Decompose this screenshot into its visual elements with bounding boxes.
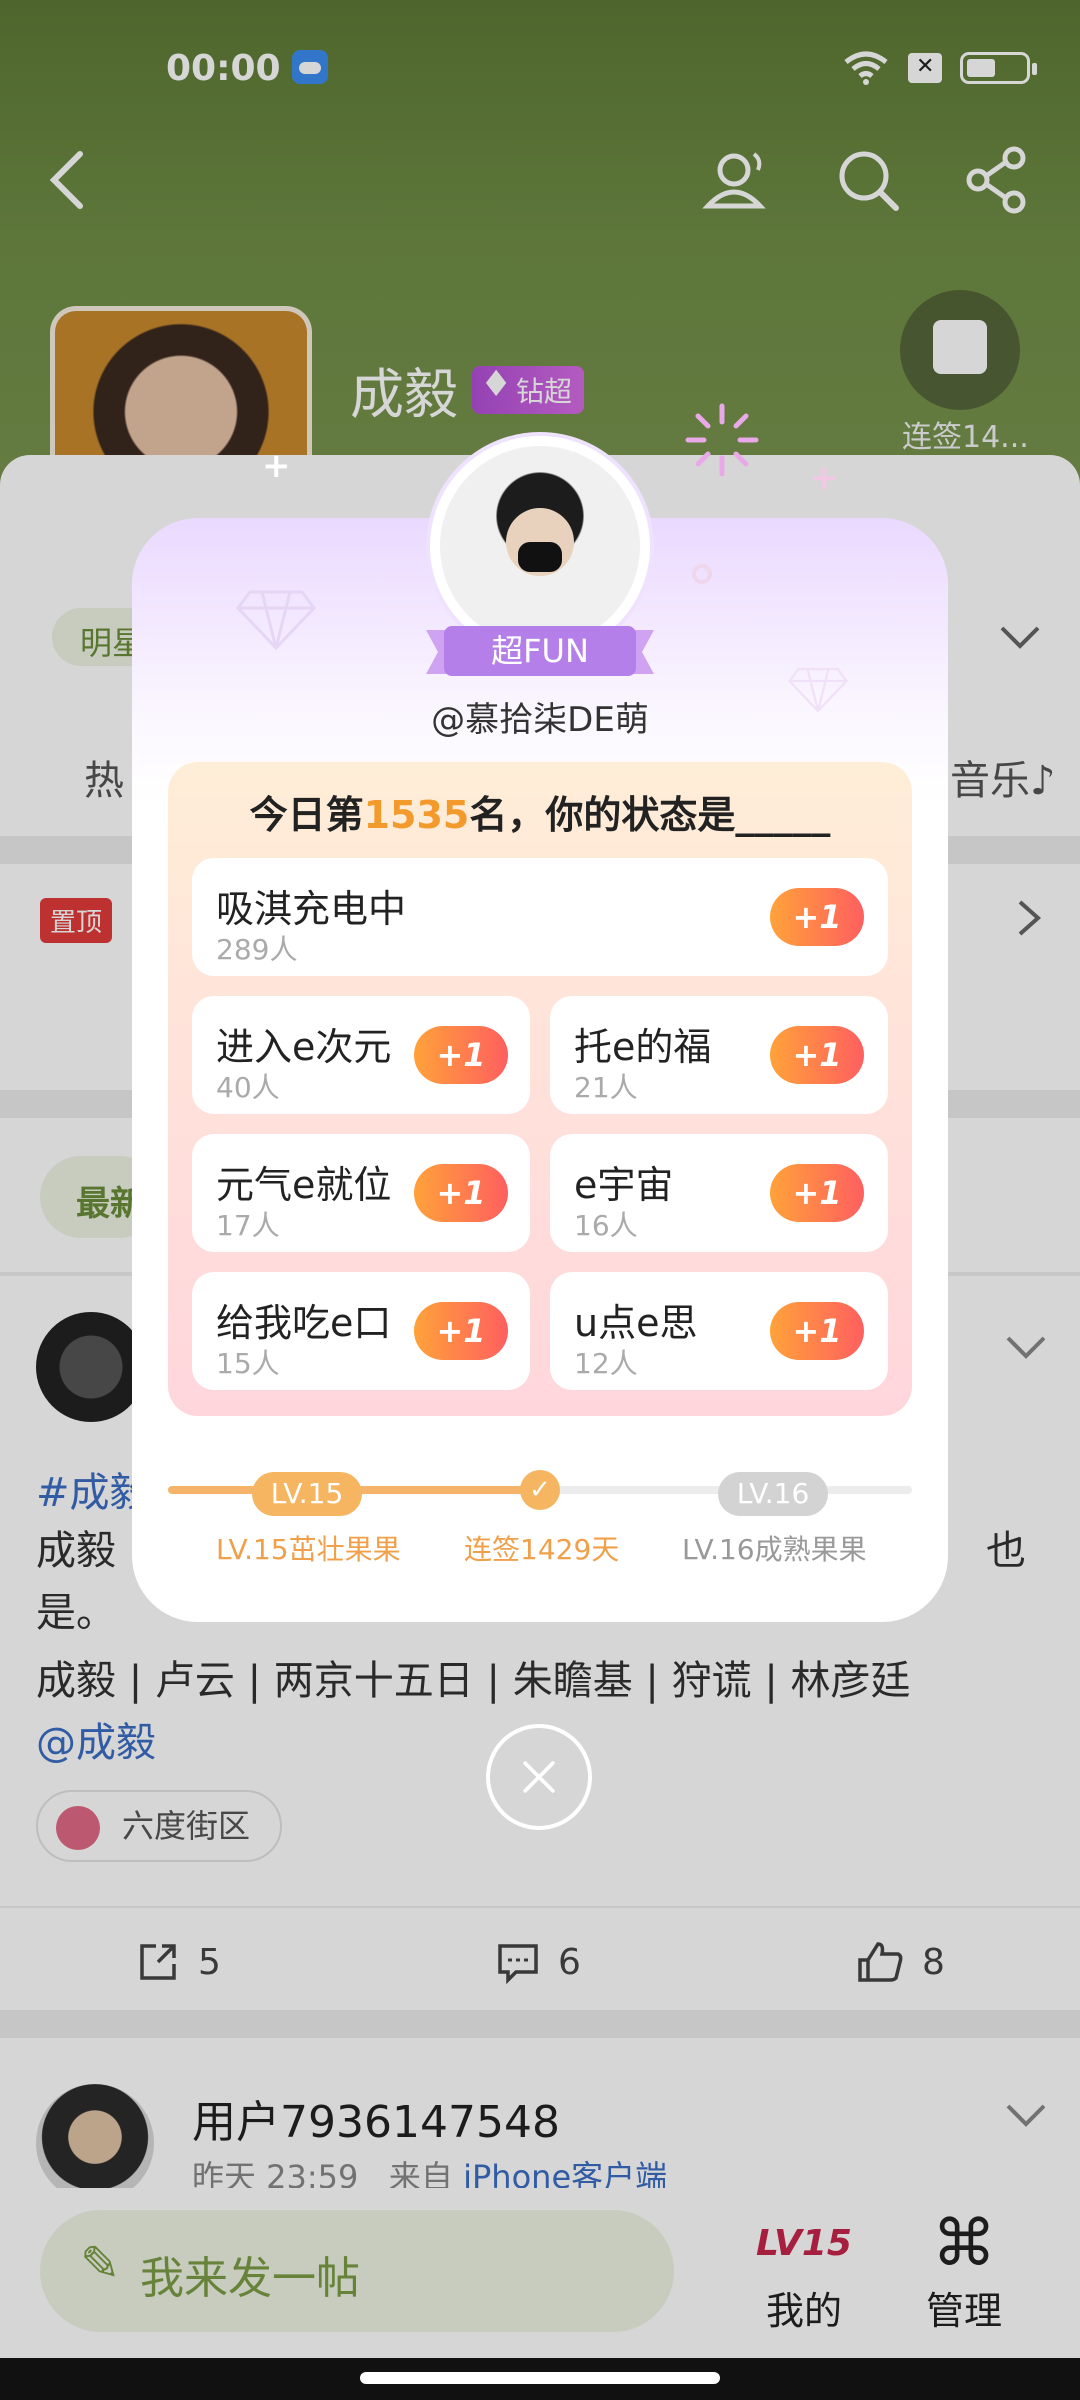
status-option-count: 40人 bbox=[216, 1071, 280, 1104]
circle-deco-icon bbox=[692, 564, 712, 584]
status-option-name: 吸淇充电中 bbox=[216, 887, 407, 931]
status-option-name: u点e思 bbox=[574, 1301, 698, 1345]
status-option-count: 16人 bbox=[574, 1209, 638, 1242]
checkin-streak-label: 连签1429天 bbox=[464, 1533, 620, 1566]
status-option[interactable]: 给我吃e口 15人 +1 bbox=[192, 1272, 530, 1390]
current-level-pill: LV.15 bbox=[252, 1472, 362, 1516]
status-option-count: 17人 bbox=[216, 1209, 280, 1242]
fun-badge-label: 超FUN bbox=[491, 632, 589, 670]
plus-deco-icon: + bbox=[262, 446, 291, 486]
plus-one-button[interactable]: +1 bbox=[770, 1026, 864, 1084]
status-option[interactable]: u点e思 12人 +1 bbox=[550, 1272, 888, 1390]
next-level-pill: LV.16 bbox=[718, 1472, 828, 1516]
rank-title: 今日第1535名，你的状态是_____ bbox=[168, 784, 912, 839]
status-option-name: 元气e就位 bbox=[216, 1163, 392, 1207]
plus-one-button[interactable]: +1 bbox=[770, 888, 864, 946]
status-option-count: 21人 bbox=[574, 1071, 638, 1104]
home-indicator[interactable] bbox=[360, 2372, 720, 2384]
status-option-count: 15人 bbox=[216, 1347, 280, 1380]
status-option-name: e宇宙 bbox=[574, 1163, 674, 1207]
plus-one-button[interactable]: +1 bbox=[770, 1164, 864, 1222]
status-option-name: 进入e次元 bbox=[216, 1025, 392, 1069]
sparkle-icon bbox=[685, 403, 759, 477]
next-level-label: LV.16成熟果果 bbox=[682, 1533, 867, 1566]
plus-one-button[interactable]: +1 bbox=[414, 1026, 508, 1084]
check-icon: ✓ bbox=[520, 1470, 560, 1510]
status-option[interactable]: 元气e就位 17人 +1 bbox=[192, 1134, 530, 1252]
status-option[interactable]: e宇宙 16人 +1 bbox=[550, 1134, 888, 1252]
modal-username: @慕拾柒DE萌 bbox=[431, 700, 649, 740]
status-option[interactable]: 吸淇充电中 289人 +1 bbox=[192, 858, 888, 976]
status-option-name: 托e的福 bbox=[574, 1025, 712, 1069]
rank-prefix: 今日第 bbox=[249, 793, 364, 837]
close-icon[interactable] bbox=[486, 1724, 592, 1830]
status-option-count: 289人 bbox=[216, 933, 298, 966]
plus-one-button[interactable]: +1 bbox=[414, 1302, 508, 1360]
current-level-label: LV.15茁壮果果 bbox=[216, 1533, 401, 1566]
modal-avatar-photo bbox=[440, 446, 640, 646]
plus-one-button[interactable]: +1 bbox=[414, 1164, 508, 1222]
status-option-count: 12人 bbox=[574, 1347, 638, 1380]
status-option[interactable]: 托e的福 21人 +1 bbox=[550, 996, 888, 1114]
plus-one-button[interactable]: +1 bbox=[770, 1302, 864, 1360]
status-option[interactable]: 进入e次元 40人 +1 bbox=[192, 996, 530, 1114]
rank-number: 1535 bbox=[363, 793, 470, 837]
diamond-deco-icon bbox=[236, 590, 316, 651]
plus-deco-icon: + bbox=[810, 458, 839, 498]
rank-suffix: 名，你的状态是_____ bbox=[469, 793, 831, 837]
status-option-name: 给我吃e口 bbox=[216, 1301, 392, 1345]
